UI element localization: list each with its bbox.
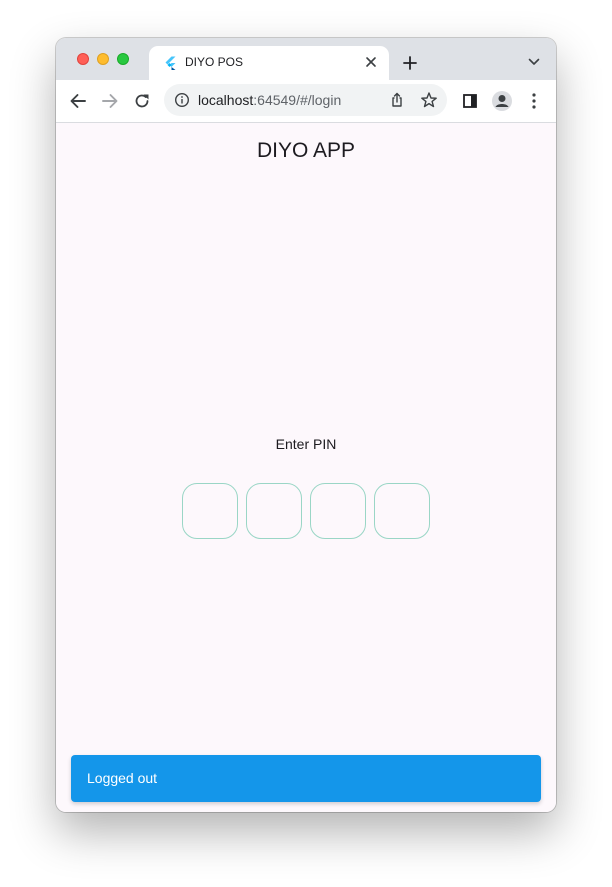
pin-digit-4-input[interactable]	[374, 483, 430, 539]
close-window-button[interactable]	[77, 53, 89, 65]
minimize-window-button[interactable]	[97, 53, 109, 65]
browser-window: DIYO POS localhost:64549/#/login DIYO AP…	[56, 38, 556, 812]
side-panel-icon[interactable]	[458, 89, 482, 113]
close-icon[interactable]	[361, 52, 381, 72]
kebab-menu-icon[interactable]	[522, 89, 546, 113]
arrow-right-icon[interactable]	[98, 89, 122, 113]
arrow-left-icon[interactable]	[66, 89, 90, 113]
snackbar-message: Logged out	[87, 770, 158, 786]
chevron-down-icon[interactable]	[524, 52, 544, 72]
tab-title: DIYO POS	[185, 55, 244, 69]
profile-icon[interactable]	[490, 89, 514, 113]
pin-input-row	[182, 483, 430, 539]
flutter-icon	[163, 56, 177, 70]
snackbar: Logged out	[71, 755, 541, 802]
tab-diyo-pos[interactable]: DIYO POS	[149, 46, 389, 80]
address-bar[interactable]: localhost:64549/#/login	[164, 84, 447, 116]
url-path: :64549/#/login	[253, 92, 342, 108]
reload-icon[interactable]	[130, 89, 154, 113]
plus-icon[interactable]	[398, 51, 422, 75]
browser-toolbar: localhost:64549/#/login	[56, 80, 556, 123]
zoom-window-button[interactable]	[117, 53, 129, 65]
url-text: localhost:64549/#/login	[198, 92, 341, 108]
share-icon[interactable]	[388, 91, 406, 109]
pin-digit-3-input[interactable]	[310, 483, 366, 539]
pin-digit-2-input[interactable]	[246, 483, 302, 539]
tab-strip: DIYO POS	[56, 38, 556, 80]
star-icon[interactable]	[420, 91, 438, 109]
pin-digit-1-input[interactable]	[182, 483, 238, 539]
app-content: DIYO APP Enter PIN Logged out	[56, 123, 556, 812]
url-host: localhost	[198, 92, 254, 108]
page-title: DIYO APP	[256, 139, 356, 162]
info-icon[interactable]	[174, 92, 190, 108]
pin-label: Enter PIN	[275, 436, 337, 452]
